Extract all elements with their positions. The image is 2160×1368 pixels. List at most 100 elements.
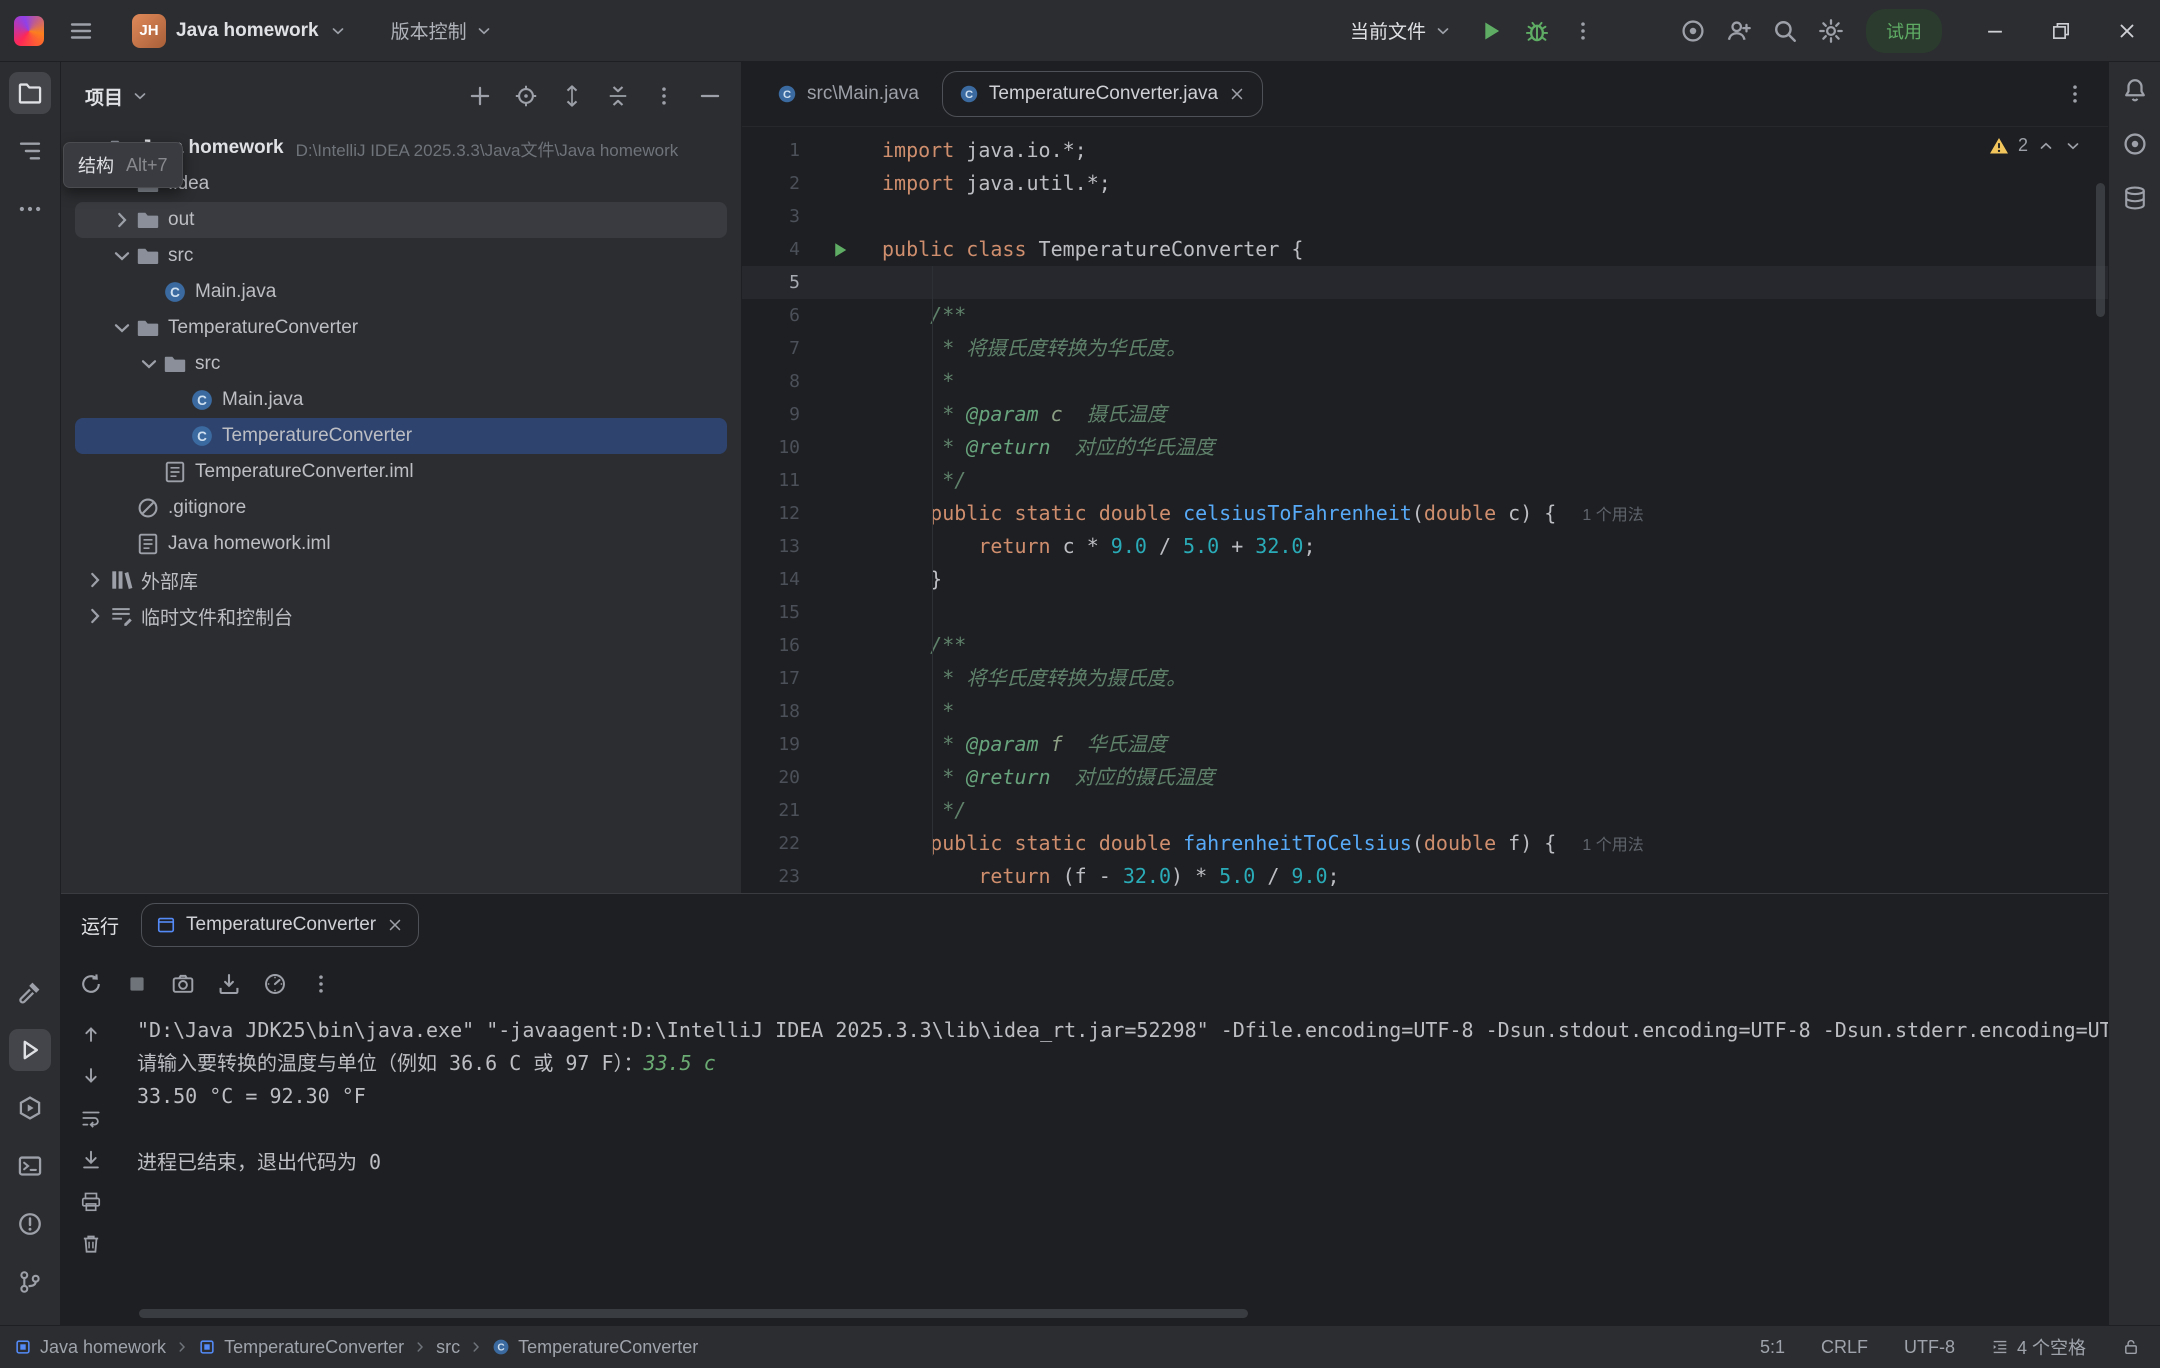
print-button[interactable] (73, 1184, 109, 1220)
tree-item[interactable]: out (75, 202, 727, 238)
settings-button[interactable] (1808, 8, 1854, 54)
line-separator[interactable]: CRLF (1821, 1337, 1868, 1358)
code-line[interactable]: 2import java.util.*; (742, 167, 2108, 200)
scroll-to-end-button[interactable] (73, 1142, 109, 1178)
tree-item[interactable]: TemperatureConverter.iml (75, 454, 727, 490)
code-area[interactable]: 1import java.io.*;2import java.util.*;34… (742, 134, 2108, 893)
prev-problem-icon[interactable] (2037, 137, 2055, 155)
code-line[interactable]: 5 (742, 266, 2108, 299)
code-line[interactable]: 12 public static double celsiusToFahrenh… (742, 497, 2108, 530)
close-icon[interactable] (386, 916, 404, 934)
code-line[interactable]: 17 * 将华氏度转换为摄氏度。 (742, 662, 2108, 695)
tree-item[interactable]: CMain.java (75, 274, 727, 310)
indent-setting[interactable]: 4 个空格 (1991, 1334, 2086, 1360)
console-output[interactable]: "D:\Java JDK25\bin\java.exe" "-javaagent… (121, 1012, 2108, 1325)
panel-options-button[interactable] (645, 77, 683, 115)
next-occurrence-button[interactable] (73, 1058, 109, 1094)
tree-item[interactable]: src (75, 238, 727, 274)
code-line[interactable]: 9 * @param c 摄氏温度 (742, 398, 2108, 431)
build-tool-button[interactable] (9, 971, 51, 1013)
code-line[interactable]: 6 /** (742, 299, 2108, 332)
caret-position[interactable]: 5:1 (1760, 1337, 1785, 1358)
code-line[interactable]: 10 * @return 对应的华氏温度 (742, 431, 2108, 464)
close-button[interactable] (2094, 0, 2160, 62)
chevron-down-icon[interactable] (110, 316, 134, 340)
problems-tool-button[interactable] (9, 1203, 51, 1245)
code-line[interactable]: 4public class TemperatureConverter { (742, 233, 2108, 266)
editor-tab-options-button[interactable] (2052, 71, 2098, 117)
run-config-selector[interactable]: 当前文件 (1338, 17, 1464, 44)
thread-dump-button[interactable] (163, 964, 203, 1004)
services-tool-button[interactable] (9, 1087, 51, 1129)
prev-occurrence-button[interactable] (73, 1016, 109, 1052)
tree-item[interactable]: TemperatureConverter (75, 310, 727, 346)
search-everywhere-button[interactable] (1762, 8, 1808, 54)
code-line[interactable]: 20 * @return 对应的摄氏温度 (742, 761, 2108, 794)
code-line[interactable]: 7 * 将摄氏度转换为华氏度。 (742, 332, 2108, 365)
expand-all-button[interactable] (553, 77, 591, 115)
more-run-actions-button[interactable] (1560, 8, 1606, 54)
code-line[interactable]: 21 */ (742, 794, 2108, 827)
tree-item[interactable]: Java homework.iml (75, 526, 727, 562)
vcs-selector[interactable]: 版本控制 (379, 12, 505, 49)
code-line[interactable]: 8 * (742, 365, 2108, 398)
version-control-tool-button[interactable] (9, 1261, 51, 1303)
code-line[interactable]: 16 /** (742, 629, 2108, 662)
code-line[interactable]: 3 (742, 200, 2108, 233)
close-icon[interactable] (1228, 85, 1246, 103)
chevron-right-icon[interactable] (110, 208, 134, 232)
debug-button[interactable] (1514, 8, 1560, 54)
breadcrumb-item[interactable]: src (436, 1337, 460, 1358)
soft-wrap-button[interactable] (73, 1100, 109, 1136)
editor-body[interactable]: 1import java.io.*;2import java.util.*;34… (742, 127, 2108, 893)
collapse-all-button[interactable] (599, 77, 637, 115)
structure-tool-button[interactable] (9, 130, 51, 172)
run-tool-button[interactable] (9, 1029, 51, 1071)
code-line[interactable]: 22 public static double fahrenheitToCels… (742, 827, 2108, 860)
project-selector[interactable]: JH Java homework (122, 9, 357, 53)
main-menu-button[interactable] (58, 8, 104, 54)
tree-item[interactable]: CTemperatureConverter (75, 418, 727, 454)
code-line[interactable]: 23 return (f - 32.0) * 5.0 / 9.0; (742, 860, 2108, 893)
code-with-me-button[interactable] (1716, 8, 1762, 54)
inspections-widget[interactable]: 2 (1989, 135, 2082, 156)
ai-chat-tool-button[interactable] (2115, 124, 2155, 164)
chevron-right-icon[interactable] (83, 604, 107, 628)
tree-item[interactable]: CMain.java (75, 382, 727, 418)
project-tool-button[interactable] (9, 72, 51, 114)
tree-item[interactable]: .gitignore (75, 490, 727, 526)
code-line[interactable]: 14 } (742, 563, 2108, 596)
stop-button[interactable] (117, 964, 157, 1004)
project-view-selector[interactable]: 项目 (85, 83, 149, 110)
tree-item[interactable]: 外部库 (75, 562, 727, 598)
tree-item[interactable]: 临时文件和控制台 (75, 598, 727, 634)
file-lock[interactable] (2122, 1338, 2140, 1356)
more-tool-windows-button[interactable] (9, 188, 51, 230)
chevron-down-icon[interactable] (110, 244, 134, 268)
trial-button[interactable]: 试用 (1866, 9, 1942, 53)
chevron-down-icon[interactable] (137, 352, 161, 376)
clear-console-button[interactable] (73, 1226, 109, 1262)
editor-scrollbar[interactable] (2096, 183, 2105, 317)
add-button[interactable] (461, 77, 499, 115)
code-line[interactable]: 1import java.io.*; (742, 134, 2108, 167)
coverage-button[interactable] (255, 964, 295, 1004)
rerun-button[interactable] (71, 964, 111, 1004)
breadcrumb-item[interactable]: Java homework (14, 1337, 166, 1358)
code-line[interactable]: 11 */ (742, 464, 2108, 497)
breadcrumb-item[interactable]: CTemperatureConverter (492, 1337, 698, 1358)
database-tool-button[interactable] (2115, 178, 2155, 218)
locate-file-button[interactable] (507, 77, 545, 115)
export-output-button[interactable] (209, 964, 249, 1004)
tree-item[interactable]: src (75, 346, 727, 382)
editor-tab[interactable]: CTemperatureConverter.java (942, 71, 1263, 117)
restore-button[interactable] (2028, 0, 2094, 62)
run-gutter-icon[interactable] (800, 233, 882, 266)
notifications-button[interactable] (2115, 70, 2155, 110)
ai-assistant-button[interactable] (1670, 8, 1716, 54)
console-options-button[interactable] (301, 964, 341, 1004)
terminal-tool-button[interactable] (9, 1145, 51, 1187)
hide-panel-button[interactable] (691, 77, 729, 115)
next-problem-icon[interactable] (2064, 137, 2082, 155)
code-line[interactable]: 15 (742, 596, 2108, 629)
